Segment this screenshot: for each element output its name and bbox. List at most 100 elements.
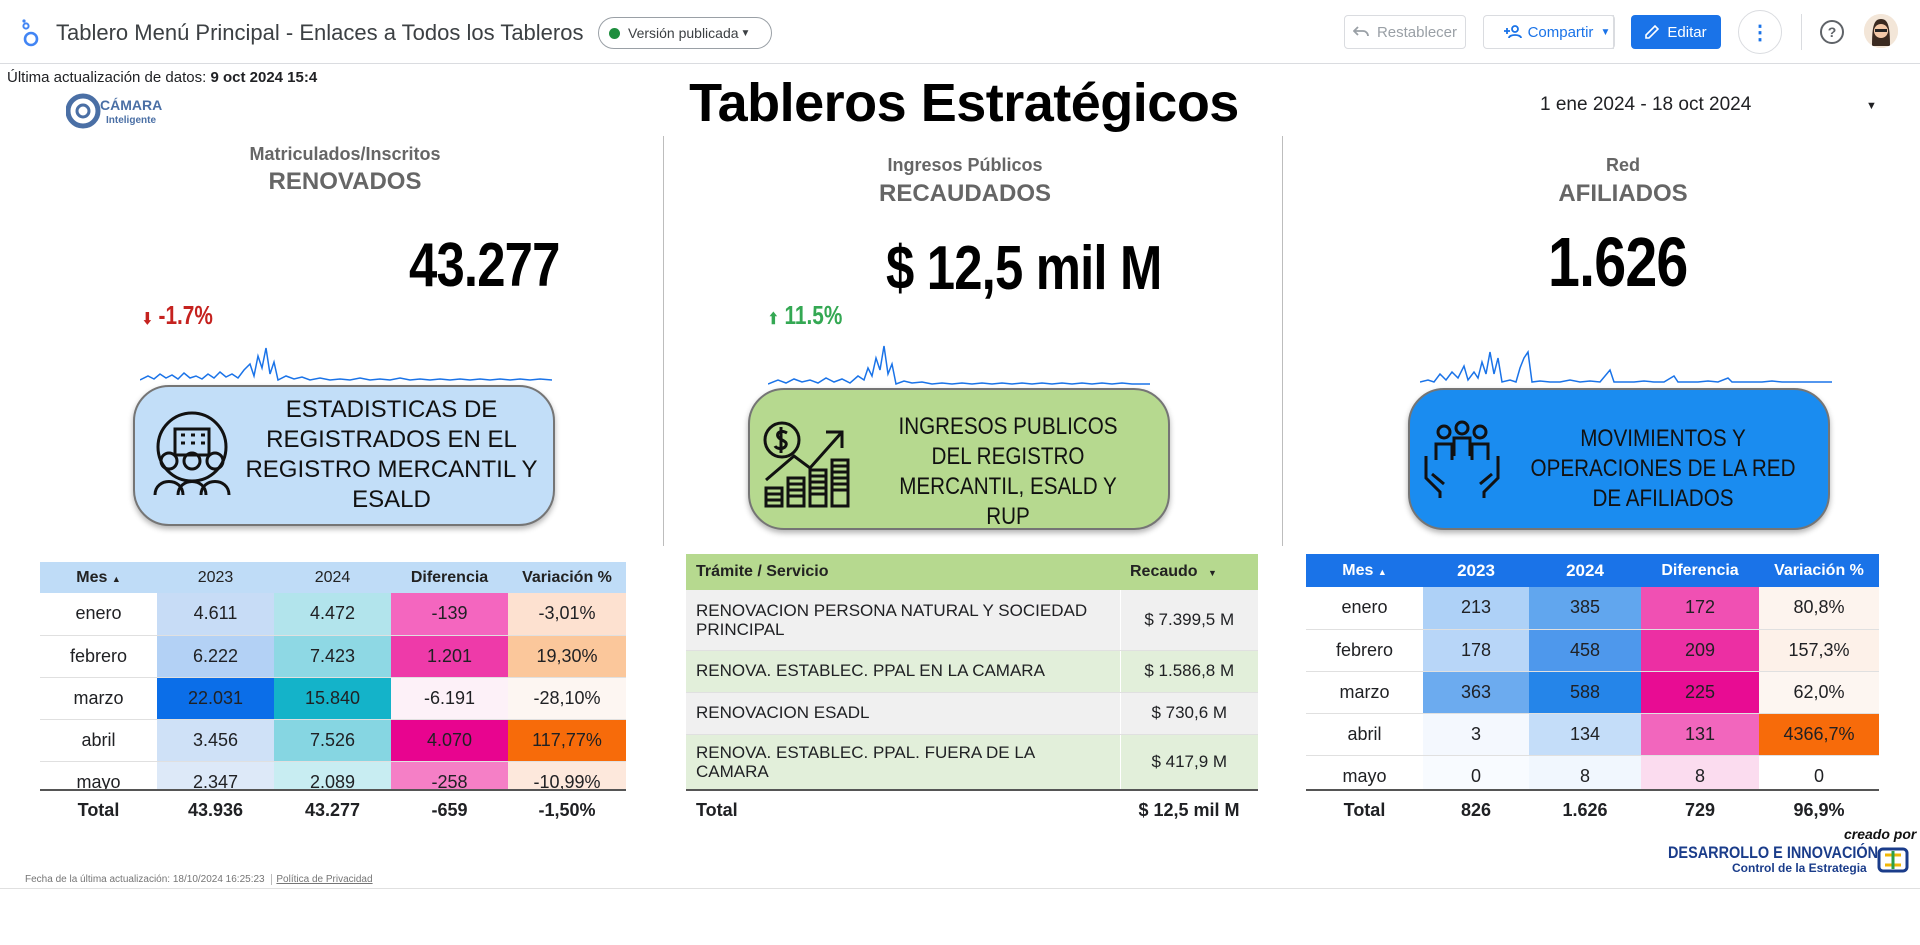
published-version-dropdown[interactable]: Versión publicada ▼	[598, 17, 772, 49]
kpi-value-afiliados: 1.626	[1548, 223, 1688, 301]
date-range-control[interactable]: 1 ene 2024 - 18 oct 2024	[1540, 94, 1751, 116]
table-cell: 8	[1529, 755, 1641, 790]
kpi-heading: RENOVADOS	[268, 168, 422, 195]
privacy-policy-link[interactable]: Política de Privacidad	[271, 874, 373, 885]
table-cell: RENOVA. ESTABLEC. PPAL EN LA CAMARA	[686, 650, 1121, 693]
table-cell: 1.201	[391, 635, 508, 678]
table-cell: 458	[1529, 629, 1641, 672]
reset-button[interactable]: Restablecer	[1344, 15, 1466, 49]
table-renovados-container[interactable]: Mes ▲ 2023 2024 Diferencia Variación % e…	[40, 562, 626, 790]
table-header[interactable]: Trámite / Servicio	[686, 554, 1120, 590]
created-by-label: creado por	[1844, 826, 1917, 842]
card-label: MOVIMIENTOS Y OPERACIONES DE LA RED DE A…	[1530, 425, 1796, 512]
table-cell: 4.070	[391, 719, 508, 762]
table-cell: 7.423	[274, 635, 391, 678]
looker-studio-logo-icon[interactable]	[18, 18, 42, 48]
table-cell: 8	[1641, 755, 1759, 790]
more-options-button[interactable]: ⋮	[1738, 10, 1782, 54]
table-recaudo: Trámite / Servicio Recaudo ▼ RENOVACION …	[686, 554, 1258, 790]
table-cell: 3.456	[157, 719, 274, 762]
table-cell: 157,3%	[1759, 629, 1879, 672]
total-cell: 43.277	[304, 799, 361, 820]
total-cell: 826	[1460, 799, 1492, 820]
kpi-subtitle: Matriculados/Inscritos	[249, 144, 441, 164]
help-icon: ?	[1827, 24, 1837, 40]
table-afiliados: Mes ▲ 2023 2024 Diferencia Variación % e…	[1306, 554, 1879, 790]
table-recaudo-container[interactable]: Trámite / Servicio Recaudo ▼ RENOVACION …	[686, 554, 1258, 790]
community-hands-icon	[1424, 420, 1500, 498]
kpi-subtitle: Ingresos Públicos	[887, 155, 1043, 175]
undo-icon	[1352, 26, 1369, 37]
camara-inteligente-logo: CÁMARA Inteligente	[66, 93, 162, 129]
growth-chart-money-icon	[763, 421, 850, 508]
table-header-mes[interactable]: Mes ▲	[1306, 554, 1423, 587]
kpi-delta-recaudados: ⬆ 11.5%	[768, 300, 842, 331]
kpi-heading: AFILIADOS	[1558, 180, 1688, 207]
table-header[interactable]: 2024	[274, 562, 391, 593]
share-options-dropdown[interactable]: ▼	[1597, 15, 1615, 49]
edit-label: Editar	[1667, 23, 1707, 41]
total-cell: 96,9%	[1793, 799, 1845, 820]
table-header-mes[interactable]: Mes ▲	[40, 562, 157, 593]
table-cell: RENOVA. ESTABLEC. PPAL. FUERA DE LA CAMA…	[686, 734, 1121, 790]
footer-update-text: Fecha de la última actualización: 18/10/…	[25, 874, 265, 885]
table-cell: enero	[1306, 587, 1423, 630]
table-cell: -10,99%	[508, 761, 626, 790]
table-header[interactable]: Variación %	[1759, 554, 1879, 587]
table-header[interactable]: 2023	[157, 562, 274, 593]
table-cell: 225	[1641, 671, 1759, 714]
table-cell: 3	[1423, 713, 1529, 756]
table-renovados-total: Total 43.936 43.277 -659 -1,50%	[40, 789, 626, 829]
share-button[interactable]: Compartir	[1483, 15, 1614, 49]
logo-inteligente-text: Inteligente	[106, 115, 156, 126]
table-header[interactable]: 2024	[1529, 554, 1641, 587]
table-cell: 15.840	[274, 677, 391, 720]
total-cell: 729	[1684, 799, 1716, 820]
table-cell: 134	[1529, 713, 1641, 756]
total-label: Total	[696, 799, 738, 820]
logo-camara-text: CÁMARA	[100, 97, 162, 113]
help-button[interactable]: ?	[1820, 20, 1844, 44]
column-divider	[1282, 136, 1283, 546]
date-range-caret-down-icon[interactable]: ▼	[1866, 100, 1877, 112]
last-data-update: Última actualización de datos: 9 oct 202…	[7, 69, 317, 86]
card-ingresos-publicos[interactable]: INGRESOS PUBLICOS DEL REGISTRO MERCANTIL…	[748, 388, 1170, 530]
card-red-afiliados[interactable]: MOVIMIENTOS Y OPERACIONES DE LA RED DE A…	[1408, 388, 1830, 530]
table-renovados: Mes ▲ 2023 2024 Diferencia Variación % e…	[40, 562, 626, 790]
table-cell: $ 730,6 M	[1120, 692, 1258, 735]
table-cell: abril	[1306, 713, 1423, 756]
table-cell: febrero	[1306, 629, 1423, 672]
table-cell: -3,01%	[508, 593, 626, 636]
sort-ascending-icon: ▲	[111, 573, 121, 584]
card-estadisticas-registrados[interactable]: ESTADISTICAS DE REGISTRADOS EN EL REGIST…	[133, 385, 555, 526]
report-title[interactable]: Tablero Menú Principal - Enlaces a Todos…	[56, 20, 583, 46]
edit-button[interactable]: Editar	[1631, 15, 1721, 49]
table-header[interactable]: Diferencia	[391, 562, 508, 593]
table-cell: marzo	[40, 677, 157, 720]
table-cell: -6.191	[391, 677, 508, 720]
table-row: enero 4.611 4.472 -139 -3,01%	[40, 593, 626, 636]
total-cell: 43.936	[187, 799, 244, 820]
top-bar: Tablero Menú Principal - Enlaces a Todos…	[0, 0, 1920, 64]
reset-label: Restablecer	[1376, 23, 1458, 41]
table-cell: 4366,7%	[1759, 713, 1879, 756]
table-row: febrero 6.222 7.423 1.201 19,30%	[40, 635, 626, 678]
table-row: marzo 22.031 15.840 -6.191 -28,10%	[40, 677, 626, 720]
card-label: INGRESOS PUBLICOS DEL REGISTRO MERCANTIL…	[898, 413, 1118, 530]
table-afiliados-container[interactable]: Mes ▲ 2023 2024 Diferencia Variación % e…	[1306, 554, 1879, 790]
total-label: Total	[77, 799, 120, 820]
brand-name: DESARROLLO E INNOVACIÓN	[1668, 843, 1879, 862]
table-cell: enero	[40, 593, 157, 636]
table-header-recaudo[interactable]: Recaudo ▼	[1120, 554, 1258, 590]
table-header[interactable]: Variación %	[508, 562, 626, 593]
table-header[interactable]: Diferencia	[1641, 554, 1759, 587]
toolbar-divider	[1801, 14, 1802, 50]
user-avatar[interactable]	[1864, 14, 1898, 48]
table-cell: $ 7.399,5 M	[1120, 590, 1258, 651]
table-cell: 117,77%	[508, 719, 626, 762]
table-row: RENOVA. ESTABLEC. PPAL EN LA CAMARA $ 1.…	[686, 650, 1258, 693]
table-header[interactable]: 2023	[1423, 554, 1529, 587]
kpi-delta-value: 11.5%	[784, 300, 843, 330]
table-cell: -139	[391, 593, 508, 636]
table-row: marzo 363 588 225 62,0%	[1306, 671, 1879, 714]
